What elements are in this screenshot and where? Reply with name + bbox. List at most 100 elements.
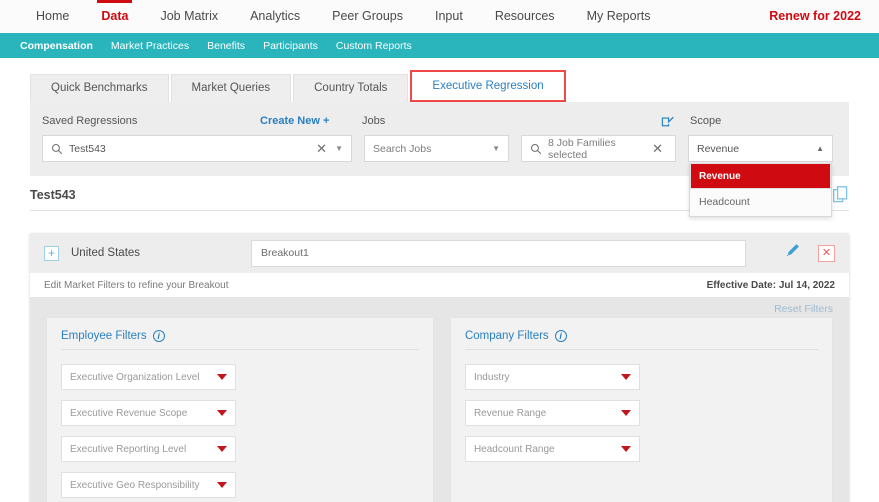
nav-item-data[interactable]: Data [85,0,144,33]
job-families-value: 8 Job Families selected [548,136,616,161]
filter-label: Executive Revenue Scope [70,407,188,419]
nav-item-analytics[interactable]: Analytics [234,0,316,33]
saved-regressions-toolbar: Saved Regressions Create New + Jobs Scop… [30,102,849,217]
nav-item-label: Peer Groups [332,9,403,23]
subnav-item-compensation[interactable]: Compensation [20,40,93,52]
nav-item-job-matrix[interactable]: Job Matrix [144,0,234,33]
toolbar-fields-row: Test543 ✕ ▼ Search Jobs ▼ 8 Job Families… [42,135,837,217]
breakout-country-label: United States [71,247,141,259]
chevron-down-icon [217,446,227,452]
employee-filters-title: Employee Filters [61,330,147,342]
reset-filters-row: Reset Filters [30,297,849,317]
filter-label: Headcount Range [473,443,555,455]
breakout-name-input[interactable]: Breakout1 [251,239,746,267]
edit-square-icon[interactable] [652,115,682,128]
chevron-down-icon[interactable]: ▼ [488,144,500,153]
chevron-down-icon [620,410,631,416]
subnav-item-market-practices[interactable]: Market Practices [111,40,189,52]
saved-regressions-search[interactable]: Test543 ✕ ▼ [42,135,352,162]
effective-date: Effective Date: Jul 14, 2022 [706,279,835,291]
subnav-item-benefits[interactable]: Benefits [207,40,245,52]
filter-executive-revenue-scope[interactable]: Executive Revenue Scope [61,400,236,426]
filter-label: Executive Geo Responsibility [70,479,200,491]
create-new-button[interactable]: Create New + [260,115,354,127]
nav-item-peer-groups[interactable]: Peer Groups [316,0,419,33]
clear-saved-search-icon[interactable]: ✕ [312,141,331,157]
nav-item-label: Job Matrix [160,9,219,23]
filter-headcount-range[interactable]: Headcount Range [464,436,640,462]
chevron-down-icon [217,374,227,380]
filter-label: Executive Reporting Level [70,443,187,455]
filter-label: Executive Organization Level [70,371,200,383]
scope-dropdown-menu: Revenue Headcount [689,163,832,217]
scope-select[interactable]: Revenue ▲ Revenue Headcount [688,135,833,217]
nav-item-input[interactable]: Input [419,0,479,33]
scope-value: Revenue [697,142,740,155]
saved-regressions-value: Test543 [69,142,106,155]
nav-item-label: Input [435,9,463,23]
nav-item-home[interactable]: Home [20,0,85,33]
employee-filters-card: Employee Filters i Executive Organizatio… [46,317,434,502]
nav-item-label: Home [36,9,70,23]
reset-filters-link[interactable]: Reset Filters [774,303,833,315]
filter-executive-organization-level[interactable]: Executive Organization Level [61,364,236,390]
company-filters-title-row: Company Filters i [464,330,818,350]
company-filters-title: Company Filters [464,330,549,342]
nav-item-my-reports[interactable]: My Reports [571,0,667,33]
tab-quick-benchmarks[interactable]: Quick Benchmarks [30,74,169,102]
info-icon[interactable]: i [152,330,165,342]
breakout-panel: + United States Breakout1 ✕ Edit Market … [30,233,849,502]
jobs-label: Jobs [362,115,386,127]
clear-job-families-icon[interactable]: ✕ [648,141,667,157]
filter-label: Industry [473,371,510,383]
nav-item-label: My Reports [586,9,651,23]
chevron-down-icon [217,410,227,416]
tab-bar: Quick Benchmarks Market Queries Country … [0,58,879,102]
company-filters-grid: Industry Revenue Range Headcount Range [464,364,818,462]
tab-executive-regression[interactable]: Executive Regression [410,70,566,102]
search-icon [530,143,542,155]
filters-row: Employee Filters i Executive Organizatio… [30,317,849,502]
employee-filters-grid: Executive Organization Level Executive R… [61,364,419,498]
nav-item-label: Resources [494,9,555,23]
chevron-down-icon[interactable]: ▼ [331,144,343,153]
chevron-down-icon [620,446,631,452]
company-filters-card: Company Filters i Industry Revenue Range… [449,317,833,502]
filter-label: Revenue Range [473,407,547,419]
employee-filters-title-row: Employee Filters i [61,330,419,350]
scope-option-headcount[interactable]: Headcount [690,189,831,216]
breakout-hint-row: Edit Market Filters to refine your Break… [30,273,849,297]
copy-icon[interactable] [833,186,849,208]
filter-industry[interactable]: Industry [464,364,640,390]
chevron-up-icon[interactable]: ▲ [816,144,824,153]
subnav-item-custom-reports[interactable]: Custom Reports [336,40,412,52]
expand-plus-icon[interactable]: + [44,245,59,261]
info-icon[interactable]: i [554,330,567,342]
filter-executive-reporting-level[interactable]: Executive Reporting Level [61,436,236,462]
filter-revenue-range[interactable]: Revenue Range [464,400,640,426]
breakout-hint-text: Edit Market Filters to refine your Break… [44,279,229,291]
pencil-icon[interactable] [785,243,800,263]
subnav-item-participants[interactable]: Participants [263,40,318,52]
app-page: Home Data Job Matrix Analytics Peer Grou… [0,0,879,502]
job-families-field[interactable]: 8 Job Families selected ✕ [521,135,676,162]
nav-item-resources[interactable]: Resources [479,0,571,33]
scope-label: Scope [690,115,722,127]
nav-item-label: Data [101,9,129,23]
saved-regressions-label: Saved Regressions [42,115,138,127]
search-icon [51,143,63,155]
breakout-header: + United States Breakout1 ✕ [30,233,849,273]
chevron-down-icon [217,482,227,488]
tab-market-queries[interactable]: Market Queries [170,74,292,102]
nav-item-label: Analytics [250,9,301,23]
primary-navigation: Home Data Job Matrix Analytics Peer Grou… [0,0,879,33]
tab-country-totals[interactable]: Country Totals [293,74,409,102]
filter-executive-geo-responsibility[interactable]: Executive Geo Responsibility [61,472,236,498]
chevron-down-icon [620,374,631,380]
delete-breakout-icon[interactable]: ✕ [818,244,835,262]
renew-link[interactable]: Renew for 2022 [769,0,861,33]
toolbar-labels-row: Saved Regressions Create New + Jobs Scop… [42,112,837,130]
breakout-header-actions: ✕ [769,243,835,263]
search-jobs-select[interactable]: Search Jobs ▼ [364,135,509,162]
scope-option-revenue[interactable]: Revenue [690,163,831,189]
